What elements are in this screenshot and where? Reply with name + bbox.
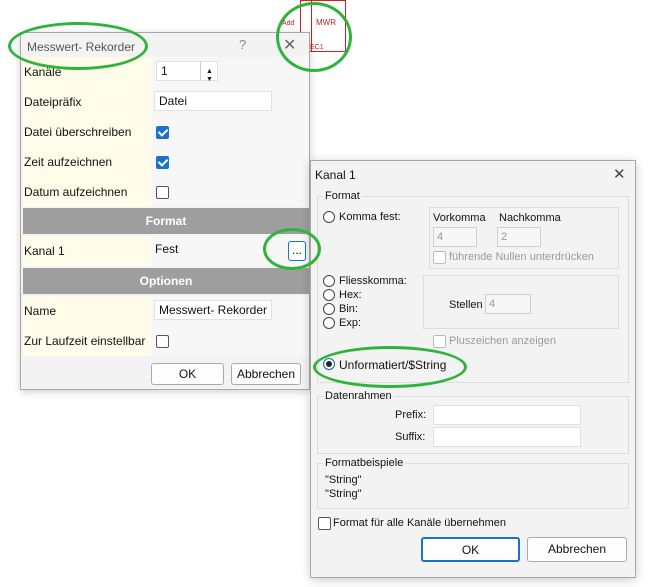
messwert-rekorder-dialog: Messwert- Rekorder ? ✕ Kanäle 1 ▲ ▼ Date… [20,32,310,390]
kanal1-label: Kanal 1 [23,236,152,266]
dateipraefix-cell: Datei [151,87,309,117]
pluszeichen-checkbox[interactable] [433,335,446,348]
help-icon[interactable]: ? [239,37,246,52]
kanaele-cell: 1 ▲ ▼ [151,57,309,87]
formatbeispiele-group [317,463,629,509]
datum-aufzeichnen-cell [151,177,309,207]
zeit-aufzeichnen-label: Zeit aufzeichnen [23,147,152,177]
dialog-title: Kanal 1 [315,168,356,182]
name-input[interactable]: Messwert- Rekorder [154,300,272,320]
kanal1-cell: Fest ... [151,236,309,266]
dialog-title: Messwert- Rekorder [27,40,136,54]
kanal1-value: Fest [155,242,179,256]
block-port-label: Add [282,20,295,27]
datei-ueberschreiben-checkbox[interactable] [156,126,169,139]
close-icon[interactable]: ✕ [613,165,626,183]
datum-aufzeichnen-checkbox[interactable] [156,186,169,199]
section-optionen-header: Optionen [23,268,309,294]
hex-label: Hex: [339,289,362,301]
dateipraefix-input[interactable]: Datei [154,91,272,111]
name-label: Name [23,296,152,326]
kanaele-value: 1 [161,64,168,78]
radio-exp[interactable] [323,317,335,329]
format-group-label: Format [323,190,362,202]
laufzeit-cell [151,326,309,356]
beispiel-line-1: "String" [325,474,362,486]
komma-fest-label: Komma fest: [339,211,401,223]
cancel-button[interactable]: Abbrechen [231,363,301,385]
laufzeit-checkbox[interactable] [156,335,169,348]
alle-kanaele-label: Format für alle Kanäle übernehmen [333,517,507,529]
kanaele-spinner[interactable]: 1 ▲ ▼ [156,61,218,83]
dateipraefix-label: Dateipräfix [23,87,152,117]
block-name: MWR [316,18,336,27]
formatbeispiele-group-label: Formatbeispiele [323,457,406,469]
datei-ueberschreiben-label: Datei überschreiben [23,117,152,147]
kanal1-edit-button[interactable]: ... [288,241,306,261]
prefix-label: Prefix: [395,409,427,421]
datenrahmen-group-label: Datenrahmen [323,390,394,402]
suffix-input[interactable] [433,427,581,447]
zeit-aufzeichnen-cell [151,147,309,177]
radio-hex[interactable] [323,289,335,301]
close-icon[interactable]: ✕ [283,35,296,55]
vorkomma-label: Vorkomma [433,212,486,224]
cancel-button[interactable]: Abbrechen [527,537,627,562]
exp-label: Exp: [339,317,362,329]
alle-kanaele-checkbox[interactable] [318,517,331,530]
stellen-spinner[interactable]: 4 [485,294,531,314]
radio-komma-fest[interactable] [323,211,335,223]
fliesskomma-label: Fliesskomma: [339,275,407,287]
name-cell: Messwert- Rekorder [151,296,309,326]
laufzeit-label: Zur Laufzeit einstellbar [23,326,152,356]
unformatiert-label: Unformatiert/$String [339,358,447,372]
radio-bin[interactable] [323,303,335,315]
section-format-header: Format [23,208,309,234]
block-id: EC1 [310,44,324,51]
suffix-label: Suffix: [395,431,426,443]
stellen-label: Stellen [449,299,483,311]
prefix-input[interactable] [433,405,581,425]
kanaele-spin-buttons[interactable]: ▲ ▼ [200,62,217,83]
pluszeichen-label: Pluszeichen anzeigen [449,335,557,347]
vorkomma-spinner[interactable]: 4 [433,227,477,247]
fuehrende-nullen-label: führende Nullen unterdrücken [449,251,594,263]
fuehrende-nullen-checkbox[interactable] [433,251,446,264]
nachkomma-spinner[interactable]: 2 [497,227,541,247]
bin-label: Bin: [339,303,358,315]
beispiel-line-2: "String" [325,488,362,500]
datei-ueberschreiben-cell [151,117,309,147]
ok-button[interactable]: OK [151,363,224,385]
kanal1-format-dialog: Kanal 1 ✕ Format Komma fest: Vorkomma Na… [310,160,636,578]
zeit-aufzeichnen-checkbox[interactable] [156,156,169,169]
kanaele-label: Kanäle [23,57,152,87]
ok-button[interactable]: OK [421,537,520,562]
datum-aufzeichnen-label: Datum aufzeichnen [23,177,152,207]
radio-fliesskomma[interactable] [323,275,335,287]
nachkomma-label: Nachkomma [499,212,561,224]
radio-unformatiert[interactable] [323,358,335,370]
